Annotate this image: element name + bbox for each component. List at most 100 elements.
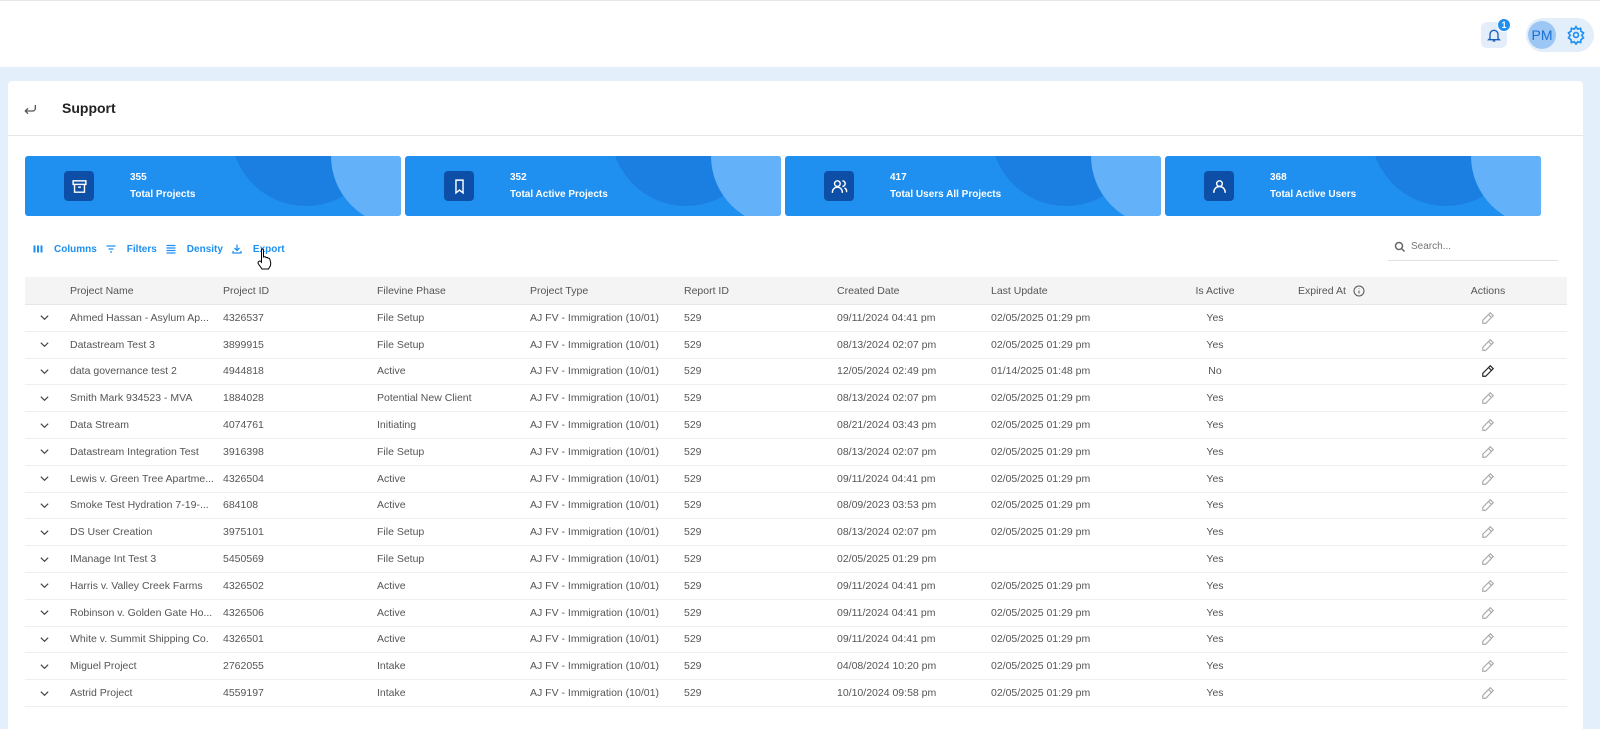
density-button[interactable]: Density: [165, 243, 223, 255]
stat-card-active-users: 368 Total Active Users: [1165, 156, 1541, 216]
edit-button[interactable]: [1455, 439, 1521, 465]
search-box[interactable]: [1388, 233, 1558, 261]
cell-created-date: 09/11/2024 04:41 pm: [837, 633, 936, 646]
cell-created-date: 08/13/2024 02:07 pm: [837, 445, 937, 458]
edit-button[interactable]: [1455, 305, 1521, 331]
cell-is-active: Yes: [1206, 392, 1224, 405]
column-header-project-id[interactable]: Project ID: [223, 277, 269, 304]
expand-row-button[interactable]: [39, 600, 50, 626]
expand-row-button[interactable]: [39, 332, 50, 358]
expand-row-button[interactable]: [39, 439, 50, 465]
edit-button[interactable]: [1455, 412, 1521, 438]
table-row[interactable]: IManage Int Test 3 5450569 File Setup AJ FV…: [25, 546, 1567, 573]
gear-icon[interactable]: [1566, 25, 1586, 45]
table-row[interactable]: Robinson v. Golden Gate Ho... 4326506 Acti…: [25, 600, 1567, 627]
expand-row-button[interactable]: [39, 359, 50, 385]
chevron-down-icon: [40, 530, 49, 535]
table-row[interactable]: Miguel Project 2762055 Intake AJ FV - Immig…: [25, 653, 1567, 681]
notifications-button[interactable]: 1: [1481, 18, 1511, 48]
avatar[interactable]: PM: [1528, 21, 1556, 49]
edit-button[interactable]: [1455, 332, 1521, 358]
chevron-down-icon: [40, 449, 49, 455]
back-arrow-icon[interactable]: [22, 101, 38, 117]
page-title: Support: [62, 100, 116, 116]
edit-button[interactable]: [1455, 546, 1521, 572]
edit-button[interactable]: [1455, 680, 1521, 706]
cell-project-name: Smith Mark 934523 - MVA: [70, 392, 193, 405]
column-header-report-id[interactable]: Report ID: [684, 277, 729, 304]
column-header-filevine-phase[interactable]: Filevine Phase: [377, 277, 446, 304]
cell-filevine-phase: Potential New Client: [377, 392, 472, 405]
expand-row-button[interactable]: [39, 412, 50, 438]
edit-button[interactable]: [1455, 359, 1521, 385]
columns-button[interactable]: Columns: [32, 243, 97, 255]
expand-row-button[interactable]: [39, 573, 50, 599]
cell-last-update: 02/05/2025 01:29 pm: [991, 311, 1091, 324]
pencil-icon: [1482, 338, 1495, 351]
column-header-project-name[interactable]: Project Name: [70, 277, 134, 304]
density-icon: [166, 244, 176, 254]
pencil-icon: [1482, 392, 1495, 405]
edit-button[interactable]: [1455, 519, 1521, 545]
expand-row-button[interactable]: [39, 627, 50, 653]
cell-project-type: AJ FV - Immigration (10/01): [530, 499, 659, 512]
stat-card-total-projects: 355 Total Projects: [25, 156, 401, 216]
table-row[interactable]: Smith Mark 934523 - MVA 1884028 Potential …: [25, 385, 1567, 413]
cell-project-id: 4326501: [223, 633, 264, 646]
chevron-down-icon: [40, 369, 49, 375]
column-header-actions: Actions: [1470, 284, 1506, 297]
search-icon: [1394, 241, 1406, 252]
user-menu[interactable]: PM: [1526, 18, 1594, 52]
cell-last-update: 02/05/2025 01:29 pm: [991, 526, 1091, 539]
edit-button[interactable]: [1455, 493, 1521, 519]
table-row[interactable]: Harris v. Valley Creek Farms 4326502 Activ…: [25, 573, 1567, 600]
expand-row-button[interactable]: [39, 466, 50, 492]
cell-report-id: 529: [684, 419, 702, 432]
cell-last-update: 02/05/2025 01:29 pm: [991, 579, 1091, 592]
table-row[interactable]: Smoke Test Hydration 7-19-... 684108 Activ…: [25, 493, 1567, 520]
cell-created-date: 09/11/2024 04:41 pm: [837, 579, 936, 592]
expand-row-button[interactable]: [39, 680, 50, 706]
stat-value: 368: [1270, 172, 1287, 183]
edit-button[interactable]: [1455, 600, 1521, 626]
edit-button[interactable]: [1455, 385, 1521, 411]
edit-button[interactable]: [1455, 573, 1521, 599]
search-input[interactable]: [1411, 241, 1551, 252]
table-row[interactable]: Datastream Integration Test 3916398 File S…: [25, 439, 1567, 466]
cell-created-date: 08/21/2024 03:43 pm: [837, 419, 937, 432]
cell-project-name: DS User Creation: [70, 526, 153, 539]
top-bar: 1 PM: [0, 0, 1600, 66]
expand-row-button[interactable]: [39, 305, 50, 331]
table-row[interactable]: Datastream Test 3 3899915 File Setup AJ FV …: [25, 332, 1567, 359]
column-header-created-date[interactable]: Created Date: [837, 277, 899, 304]
table-row[interactable]: DS User Creation 3975101 File Setup AJ FV -…: [25, 519, 1567, 547]
users-icon: [824, 171, 854, 201]
table-row[interactable]: data governance test 2 4944818 Active AJ FV…: [25, 359, 1567, 386]
cell-project-id: 684108: [223, 499, 259, 512]
table-row[interactable]: White v. Summit Shipping Co. 4326501 Activ…: [25, 627, 1567, 654]
cell-filevine-phase: Intake: [377, 687, 406, 700]
expand-row-button[interactable]: [39, 519, 50, 545]
table-row[interactable]: Ahmed Hassan - Asylum Ap... 4326537 File S…: [25, 305, 1567, 332]
expand-row-button[interactable]: [39, 493, 50, 519]
stat-label: Total Users All Projects: [890, 189, 1002, 200]
edit-button[interactable]: [1455, 653, 1521, 679]
column-header-is-active[interactable]: Is Active: [1175, 277, 1255, 304]
column-header-expired-at[interactable]: Expired At: [1298, 277, 1365, 304]
table-row[interactable]: Astrid Project 4559197 Intake AJ FV - Immig…: [25, 680, 1567, 707]
table-row[interactable]: Lewis v. Green Tree Apartme... 4326504 Act…: [25, 466, 1567, 493]
chevron-down-icon: [40, 503, 49, 509]
expand-row-button[interactable]: [39, 546, 50, 572]
column-header-last-update[interactable]: Last Update: [991, 277, 1048, 304]
expand-row-button[interactable]: [39, 653, 50, 679]
filters-button[interactable]: Filters: [105, 243, 157, 255]
edit-button[interactable]: [1455, 627, 1521, 653]
expand-row-button[interactable]: [39, 385, 50, 411]
edit-button[interactable]: [1455, 466, 1521, 492]
cell-filevine-phase: Active: [377, 606, 406, 619]
stat-value: 352: [510, 172, 527, 183]
table-row[interactable]: Data Stream 4074761 Initiating AJ FV - Immi…: [25, 412, 1567, 439]
column-header-project-type[interactable]: Project Type: [530, 277, 588, 304]
info-icon[interactable]: [1353, 285, 1365, 297]
cell-project-name: data governance test 2: [70, 365, 177, 378]
